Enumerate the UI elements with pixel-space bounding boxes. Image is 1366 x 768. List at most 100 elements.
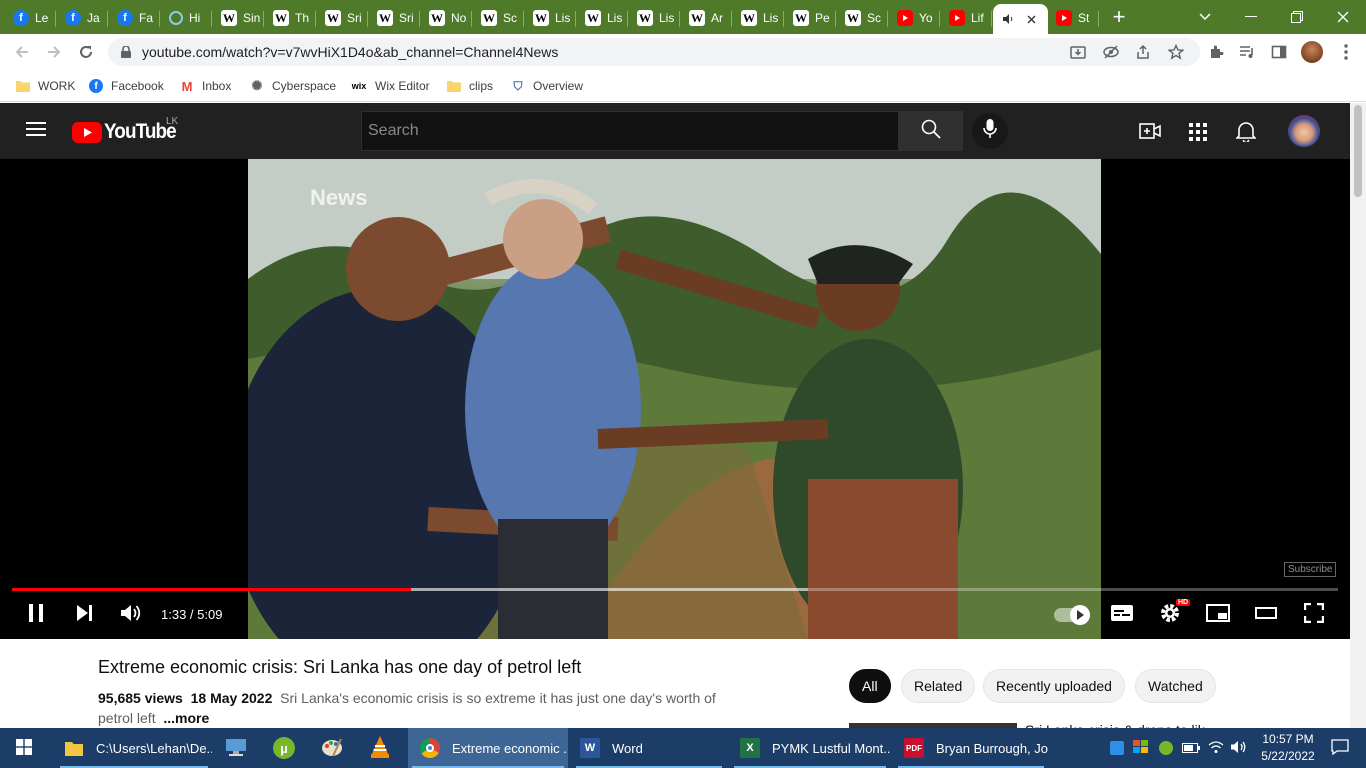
extensions-icon[interactable] (1202, 38, 1230, 66)
browser-tab[interactable]: W Th (265, 4, 316, 32)
taskbar-paint[interactable] (312, 728, 352, 768)
subscribe-watermark[interactable]: Subscribe (1284, 562, 1337, 577)
browser-tab[interactable]: W Sc (473, 4, 524, 32)
browser-tab[interactable]: W Sri (369, 4, 420, 32)
profile-avatar[interactable] (1298, 38, 1326, 66)
progress-bar[interactable] (12, 588, 1338, 591)
video-frame[interactable]: News (248, 159, 1101, 639)
close-window-button[interactable] (1320, 0, 1366, 34)
autoplay-toggle[interactable] (1053, 599, 1090, 631)
tray-drive-icon[interactable] (1130, 728, 1152, 768)
chip-watched[interactable]: Watched (1135, 669, 1216, 703)
chip-recently-uploaded[interactable]: Recently uploaded (983, 669, 1125, 703)
search-input[interactable] (362, 112, 898, 150)
new-tab-button[interactable]: + (1096, 0, 1142, 34)
browser-tab[interactable]: f Le (5, 4, 56, 32)
browser-tab[interactable] (993, 4, 1048, 34)
utorrent-icon: µ (273, 737, 295, 759)
forward-button[interactable] (40, 38, 68, 66)
notifications-bell-icon[interactable] (1235, 120, 1257, 147)
url-text[interactable]: youtube.com/watch?v=v7wvHiX1D4o&ab_chann… (142, 44, 558, 60)
browser-tab[interactable]: W Pe (785, 4, 836, 32)
settings-button[interactable]: HD (1156, 599, 1191, 631)
tray-app-icon[interactable] (1107, 728, 1127, 768)
pause-button[interactable] (22, 599, 50, 631)
fullscreen-button[interactable] (1300, 599, 1328, 631)
subtitles-button[interactable] (1108, 599, 1136, 631)
video-description-box[interactable]: 95,685 views 18 May 2022 Sri Lanka's eco… (98, 688, 718, 728)
browser-tab[interactable]: St (1048, 4, 1099, 32)
bookmark-inbox[interactable]: M Inbox (180, 76, 232, 96)
tab-label: Sin (243, 11, 261, 25)
create-video-icon[interactable] (1139, 120, 1161, 147)
restore-button[interactable] (1274, 0, 1320, 34)
page-scrollbar[interactable] (1350, 103, 1366, 728)
chip-related[interactable]: Related (901, 669, 976, 703)
next-video-button[interactable] (70, 599, 98, 631)
browser-tab[interactable]: Yo (889, 4, 940, 32)
taskbar-network-drive[interactable] (216, 728, 256, 768)
taskbar-excel[interactable]: X PYMK Lustful Mont... (730, 728, 890, 768)
tray-volume-icon[interactable] (1228, 728, 1250, 768)
tray-battery-icon[interactable] (1180, 728, 1202, 768)
taskbar-pdf[interactable]: PDF Bryan Burrough, Jo... (894, 728, 1048, 768)
guide-menu-icon[interactable] (26, 121, 46, 141)
install-app-icon[interactable] (1068, 42, 1088, 62)
close-tab-icon[interactable] (1027, 15, 1036, 24)
bookmark-clips[interactable]: clips (447, 76, 493, 96)
taskbar-clock[interactable]: 10:57 PM 5/22/2022 (1255, 731, 1321, 765)
bookmark-work[interactable]: WORK (16, 76, 75, 96)
voice-search-button[interactable] (972, 113, 1008, 149)
browser-tab[interactable]: W Lis (525, 4, 576, 32)
chrome-menu-icon[interactable] (1332, 38, 1360, 66)
theater-mode-button[interactable] (1252, 599, 1280, 631)
tray-utorrent-icon[interactable] (1155, 728, 1177, 768)
action-center-button[interactable] (1320, 728, 1360, 768)
lock-icon[interactable] (116, 42, 136, 62)
browser-tab[interactable]: W Lis (629, 4, 680, 32)
bookmark-overview[interactable]: ⛉ Overview (511, 76, 583, 96)
taskbar-vlc[interactable] (360, 728, 400, 768)
browser-tab[interactable]: f Fa (109, 4, 160, 32)
account-avatar[interactable] (1288, 115, 1320, 147)
bookmark-star-icon[interactable] (1166, 42, 1186, 62)
browser-tab[interactable]: W Lis (733, 4, 784, 32)
share-icon[interactable] (1133, 42, 1153, 62)
tab-search-icon[interactable] (1182, 0, 1228, 34)
back-button[interactable] (8, 38, 36, 66)
search-box[interactable] (361, 111, 899, 151)
scrollbar-thumb[interactable] (1354, 105, 1362, 197)
bookmark-wix-editor[interactable]: wix Wix Editor (351, 76, 430, 96)
taskbar-file-explorer[interactable]: C:\Users\Lehan\De... (56, 728, 212, 768)
start-button[interactable] (0, 728, 48, 768)
microphone-icon (983, 118, 997, 144)
browser-tab[interactable]: W Sri (317, 4, 368, 32)
taskbar-chrome[interactable]: Extreme economic ... (408, 728, 568, 768)
browser-tab[interactable]: W Lis (577, 4, 628, 32)
browser-tab[interactable]: W Sin (213, 4, 264, 32)
tray-wifi-icon[interactable] (1205, 728, 1227, 768)
tracking-blocked-icon[interactable] (1101, 42, 1121, 62)
reload-button[interactable] (72, 38, 100, 66)
taskbar-utorrent[interactable]: µ (264, 728, 304, 768)
mute-button[interactable] (116, 599, 146, 631)
video-player[interactable]: News Subscribe 1:33 / 5:09 HD (0, 159, 1350, 639)
search-button[interactable] (899, 111, 963, 151)
browser-tab[interactable]: f Ja (57, 4, 108, 32)
bookmark-facebook[interactable]: f Facebook (89, 76, 164, 96)
taskbar-word[interactable]: W Word (572, 728, 726, 768)
media-control-icon[interactable] (1233, 38, 1261, 66)
chip-all[interactable]: All (849, 669, 891, 703)
browser-tab[interactable]: W No (421, 4, 472, 32)
show-more-button[interactable]: ...more (163, 710, 209, 726)
browser-tab[interactable]: Hi (161, 4, 212, 32)
miniplayer-button[interactable] (1204, 599, 1232, 631)
omnibox[interactable]: youtube.com/watch?v=v7wvHiX1D4o&ab_chann… (108, 38, 1200, 66)
minimize-button[interactable] (1228, 0, 1274, 34)
browser-tab[interactable]: W Ar (681, 4, 732, 32)
browser-tab[interactable]: Lif (941, 4, 992, 32)
side-panel-icon[interactable] (1265, 38, 1293, 66)
apps-grid-icon[interactable] (1189, 123, 1207, 146)
browser-tab[interactable]: W Sc (837, 4, 888, 32)
bookmark-cyberspace[interactable]: ✺ Cyberspace (250, 76, 336, 96)
